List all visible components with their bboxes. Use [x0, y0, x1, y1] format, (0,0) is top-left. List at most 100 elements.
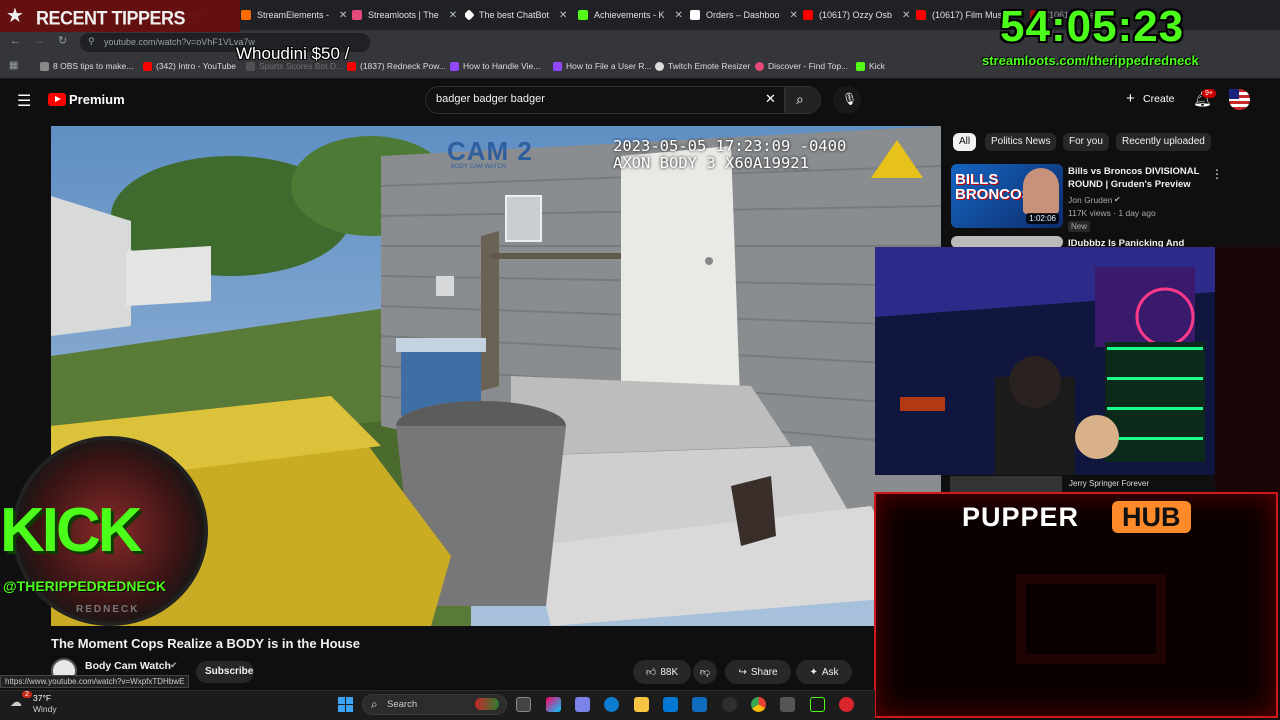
twitch-icon — [553, 61, 562, 71]
close-icon[interactable]: ✕ — [449, 10, 457, 21]
tab-favicon — [465, 9, 475, 21]
bookmark-icon — [755, 61, 764, 71]
hub-title-left: PUPPER — [962, 502, 1080, 532]
link-status-bar: https://www.youtube.com/watch?v=WxpfxTDH… — [0, 675, 190, 688]
streamloots-url: streamloots.com/therippedredneck — [982, 53, 1199, 68]
clear-search-icon[interactable]: ✕ — [765, 91, 776, 107]
share-icon: ↪ — [738, 666, 747, 678]
voice-search-button[interactable]: 🎙︎ — [833, 86, 861, 114]
channel-name[interactable]: Body Cam Watch — [85, 660, 171, 672]
recommended-thumbnail[interactable]: BILLS BRONCOS 1:02:06 — [951, 164, 1063, 228]
site-info-icon[interactable]: ⚲ — [88, 36, 95, 47]
subscribe-button[interactable]: Subscribe — [196, 661, 254, 683]
teams-icon[interactable] — [575, 697, 590, 712]
recommended-title[interactable]: Bills vs Broncos DIVISIONAL ROUND | Grud… — [1068, 166, 1208, 191]
tipper-entry: Whoudini $50 / — [236, 44, 350, 63]
bookmark-item[interactable]: (1837) Redneck Pow... — [347, 61, 446, 71]
chip-politics-news[interactable]: Politics News — [985, 133, 1057, 151]
kick-logo-text: KICK — [0, 496, 143, 565]
search-input[interactable]: badger badger badger — [425, 86, 785, 114]
bodycam-device-id: AXON BODY 3 X60A19921 — [613, 154, 809, 172]
bookmark-item[interactable]: How to File a User R... — [553, 61, 652, 71]
store-icon[interactable] — [663, 697, 678, 712]
thumbs-down-icon: 👎︎ — [699, 667, 711, 678]
bookmark-icon — [40, 61, 49, 71]
chip-for-you[interactable]: For you — [1063, 133, 1109, 151]
browser-tab[interactable]: (10617) Film Musi — [916, 4, 1006, 26]
avatar[interactable] — [1229, 89, 1250, 110]
bookmark-item[interactable]: Discover - Find Top... — [755, 61, 848, 71]
bookmark-item[interactable]: Kick — [856, 61, 885, 71]
verified-icon: ✔ — [1114, 195, 1121, 204]
webcam-image — [875, 247, 1215, 475]
bookmark-item[interactable]: Twitch Emote Resizer — [655, 61, 750, 71]
browser-tab[interactable]: The best ChatBot ✕ — [465, 4, 573, 26]
create-button[interactable]: Create — [1143, 93, 1175, 105]
edge-icon[interactable] — [604, 697, 619, 712]
share-button[interactable]: ↪ Share — [725, 660, 791, 684]
youtube-icon — [916, 10, 926, 20]
cam-label: CAM 2 — [447, 136, 533, 166]
search-icon: ⌕ — [796, 91, 804, 107]
hub-background-shape — [1016, 574, 1166, 664]
globe-icon — [655, 61, 664, 71]
browser-tab[interactable]: StreamElements - ✕ — [241, 4, 346, 26]
ask-button[interactable]: ✦ Ask — [796, 660, 852, 684]
reload-icon[interactable]: ↻ — [58, 34, 67, 47]
weather-icon[interactable]: ☁ — [10, 695, 22, 709]
video-title: The Moment Cops Realize a BODY is in the… — [51, 636, 360, 651]
kick-subtext: REDNECK — [76, 604, 140, 615]
chrome-icon[interactable] — [751, 697, 766, 712]
task-view-icon[interactable] — [516, 697, 531, 712]
back-icon[interactable]: ← — [10, 35, 21, 47]
youtube-logo[interactable]: Premium — [48, 92, 125, 107]
close-icon[interactable]: ✕ — [559, 10, 567, 21]
bookmark-item[interactable]: 8 OBS tips to make... — [40, 61, 133, 71]
bookmark-item[interactable]: (342) Intro - YouTube — [143, 61, 236, 71]
webcam-caption: Jerry Springer Forever — [1069, 479, 1150, 488]
chip-all[interactable]: All — [953, 133, 977, 151]
apps-icon[interactable]: ▦ — [9, 60, 18, 71]
tab-favicon — [690, 10, 700, 20]
kick-handle: @THERIPPEDREDNECK — [3, 578, 167, 594]
browser-tab[interactable]: Orders – Dashboo ✕ — [690, 4, 798, 26]
windows-start-icon[interactable] — [338, 697, 353, 712]
caption-thumbnail — [950, 476, 1062, 493]
search-button[interactable]: ⌕ — [785, 86, 821, 114]
pupper-hub-panel: PUPPER HUB — [874, 492, 1278, 718]
webcam-side-panel — [1215, 247, 1280, 492]
close-icon[interactable]: ✕ — [790, 10, 798, 21]
weather-alert-badge: 2 — [22, 691, 32, 698]
obs-icon[interactable] — [722, 697, 737, 712]
more-options-icon[interactable]: ⋮ — [1211, 167, 1223, 181]
close-icon[interactable]: ✕ — [902, 10, 910, 21]
youtube-icon — [803, 10, 813, 20]
menu-icon[interactable]: ☰ — [17, 91, 31, 111]
recommended-channel[interactable]: Jon Gruden — [1068, 195, 1112, 205]
recommended-meta: 117K views · 1 day ago — [1068, 208, 1156, 218]
app-icon[interactable] — [839, 697, 854, 712]
dislike-button[interactable]: 👎︎ — [693, 660, 717, 684]
outlook-icon[interactable] — [692, 697, 707, 712]
copilot-icon[interactable] — [546, 697, 561, 712]
bookmark-item[interactable]: How to Handle Vie... — [450, 61, 540, 71]
forward-icon[interactable]: → — [34, 35, 45, 47]
like-button[interactable]: 👍︎ 88K — [633, 660, 691, 684]
close-icon[interactable]: ✕ — [675, 10, 683, 21]
weather-temp[interactable]: 37°F — [33, 693, 51, 703]
youtube-icon — [143, 61, 152, 71]
duration-badge: 1:02:06 — [1026, 213, 1059, 224]
taskbar-search[interactable]: ⌕ Search — [362, 694, 507, 715]
verified-icon: ✔ — [170, 660, 178, 670]
browser-tab[interactable]: Achievements - K ✕ — [578, 4, 686, 26]
file-explorer-icon[interactable] — [634, 697, 649, 712]
browser-tab[interactable]: Streamloots | The ✕ — [352, 4, 460, 26]
app-icon[interactable] — [810, 697, 825, 712]
chip-recently-uploaded[interactable]: Recently uploaded — [1116, 133, 1211, 151]
bodycam-timestamp: 2023-05-05 17:23:09 -0400 — [613, 137, 847, 155]
browser-tab[interactable]: (10617) Ozzy Osb ✕ — [803, 4, 911, 26]
app-icon[interactable] — [780, 697, 795, 712]
thumbnail-text: BILLS BRONCOS — [955, 171, 1032, 203]
close-icon[interactable]: ✕ — [339, 10, 346, 21]
new-badge: New — [1068, 221, 1091, 232]
